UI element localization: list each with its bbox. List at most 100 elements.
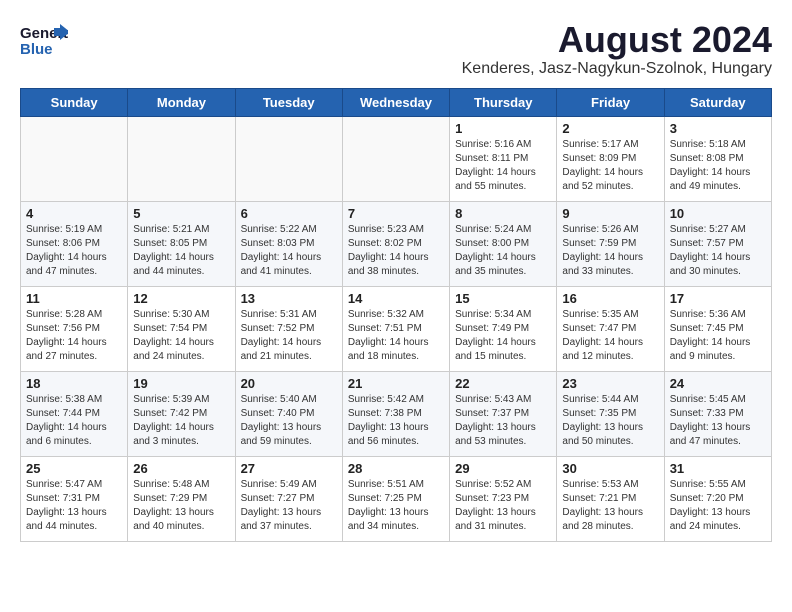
- day-detail: Sunrise: 5:34 AM Sunset: 7:49 PM Dayligh…: [455, 308, 551, 364]
- calendar-week-row: 25 Sunrise: 5:47 AM Sunset: 7:31 PM Dayli…: [21, 456, 772, 541]
- day-detail: Sunrise: 5:22 AM Sunset: 8:03 PM Dayligh…: [241, 223, 337, 279]
- calendar-cell: 14 Sunrise: 5:32 AM Sunset: 7:51 PM Dayli…: [342, 286, 449, 371]
- day-detail: Sunrise: 5:17 AM Sunset: 8:09 PM Dayligh…: [562, 138, 658, 194]
- day-number: 7: [348, 206, 444, 221]
- day-number: 10: [670, 206, 766, 221]
- day-number: 4: [26, 206, 122, 221]
- calendar-body: 1 Sunrise: 5:16 AM Sunset: 8:11 PM Daylig…: [21, 116, 772, 541]
- day-detail: Sunrise: 5:23 AM Sunset: 8:02 PM Dayligh…: [348, 223, 444, 279]
- day-number: 13: [241, 291, 337, 306]
- weekday-header: Sunday: [21, 88, 128, 116]
- day-detail: Sunrise: 5:53 AM Sunset: 7:21 PM Dayligh…: [562, 478, 658, 534]
- day-number: 23: [562, 376, 658, 391]
- calendar-cell: 31 Sunrise: 5:55 AM Sunset: 7:20 PM Dayli…: [664, 456, 771, 541]
- calendar-cell: 30 Sunrise: 5:53 AM Sunset: 7:21 PM Dayli…: [557, 456, 664, 541]
- day-detail: Sunrise: 5:43 AM Sunset: 7:37 PM Dayligh…: [455, 393, 551, 449]
- day-detail: Sunrise: 5:19 AM Sunset: 8:06 PM Dayligh…: [26, 223, 122, 279]
- calendar-cell: 29Sunrise: 5:52 AM Sunset: 7:23 PM Dayli…: [450, 456, 557, 541]
- day-number: 31: [670, 461, 766, 476]
- day-number: 24: [670, 376, 766, 391]
- calendar-week-row: 1 Sunrise: 5:16 AM Sunset: 8:11 PM Daylig…: [21, 116, 772, 201]
- logo: General Blue: [20, 20, 68, 60]
- calendar-cell: 26Sunrise: 5:48 AM Sunset: 7:29 PM Dayli…: [128, 456, 235, 541]
- calendar-cell: 22Sunrise: 5:43 AM Sunset: 7:37 PM Dayli…: [450, 371, 557, 456]
- day-detail: Sunrise: 5:49 AM Sunset: 7:27 PM Dayligh…: [241, 478, 337, 534]
- day-detail: Sunrise: 5:21 AM Sunset: 8:05 PM Dayligh…: [133, 223, 229, 279]
- calendar-cell: 8 Sunrise: 5:24 AM Sunset: 8:00 PM Daylig…: [450, 201, 557, 286]
- day-detail: Sunrise: 5:39 AM Sunset: 7:42 PM Dayligh…: [133, 393, 229, 449]
- day-number: 8: [455, 206, 551, 221]
- day-number: 27: [241, 461, 337, 476]
- day-number: 30: [562, 461, 658, 476]
- day-detail: Sunrise: 5:51 AM Sunset: 7:25 PM Dayligh…: [348, 478, 444, 534]
- day-number: 19: [133, 376, 229, 391]
- day-detail: Sunrise: 5:28 AM Sunset: 7:56 PM Dayligh…: [26, 308, 122, 364]
- day-detail: Sunrise: 5:24 AM Sunset: 8:00 PM Dayligh…: [455, 223, 551, 279]
- weekday-header: Wednesday: [342, 88, 449, 116]
- weekday-row: SundayMondayTuesdayWednesdayThursdayFrid…: [21, 88, 772, 116]
- calendar-cell: 15 Sunrise: 5:34 AM Sunset: 7:49 PM Dayli…: [450, 286, 557, 371]
- day-detail: Sunrise: 5:42 AM Sunset: 7:38 PM Dayligh…: [348, 393, 444, 449]
- calendar-cell: 21 Sunrise: 5:42 AM Sunset: 7:38 PM Dayli…: [342, 371, 449, 456]
- day-detail: Sunrise: 5:52 AM Sunset: 7:23 PM Dayligh…: [455, 478, 551, 534]
- calendar-cell: 10 Sunrise: 5:27 AM Sunset: 7:57 PM Dayli…: [664, 201, 771, 286]
- day-number: 3: [670, 121, 766, 136]
- calendar-cell: 3Sunrise: 5:18 AM Sunset: 8:08 PM Daylig…: [664, 116, 771, 201]
- day-number: 2: [562, 121, 658, 136]
- day-number: 25: [26, 461, 122, 476]
- day-detail: Sunrise: 5:45 AM Sunset: 7:33 PM Dayligh…: [670, 393, 766, 449]
- day-number: 15: [455, 291, 551, 306]
- month-year: August 2024: [462, 20, 772, 60]
- calendar-cell: 25 Sunrise: 5:47 AM Sunset: 7:31 PM Dayli…: [21, 456, 128, 541]
- calendar-cell: [342, 116, 449, 201]
- title-section: August 2024 Kenderes, Jasz-Nagykun-Szoln…: [462, 20, 772, 78]
- day-number: 14: [348, 291, 444, 306]
- calendar-cell: 6Sunrise: 5:22 AM Sunset: 8:03 PM Daylig…: [235, 201, 342, 286]
- calendar-cell: [21, 116, 128, 201]
- day-number: 5: [133, 206, 229, 221]
- weekday-header: Friday: [557, 88, 664, 116]
- weekday-header: Monday: [128, 88, 235, 116]
- day-number: 16: [562, 291, 658, 306]
- day-detail: Sunrise: 5:26 AM Sunset: 7:59 PM Dayligh…: [562, 223, 658, 279]
- calendar-cell: 9 Sunrise: 5:26 AM Sunset: 7:59 PM Daylig…: [557, 201, 664, 286]
- day-detail: Sunrise: 5:31 AM Sunset: 7:52 PM Dayligh…: [241, 308, 337, 364]
- calendar-cell: 5 Sunrise: 5:21 AM Sunset: 8:05 PM Daylig…: [128, 201, 235, 286]
- calendar-week-row: 4 Sunrise: 5:19 AM Sunset: 8:06 PM Daylig…: [21, 201, 772, 286]
- day-number: 12: [133, 291, 229, 306]
- day-detail: Sunrise: 5:27 AM Sunset: 7:57 PM Dayligh…: [670, 223, 766, 279]
- calendar-cell: 18 Sunrise: 5:38 AM Sunset: 7:44 PM Dayli…: [21, 371, 128, 456]
- day-detail: Sunrise: 5:44 AM Sunset: 7:35 PM Dayligh…: [562, 393, 658, 449]
- svg-text:Blue: Blue: [20, 41, 53, 58]
- day-detail: Sunrise: 5:40 AM Sunset: 7:40 PM Dayligh…: [241, 393, 337, 449]
- day-detail: Sunrise: 5:38 AM Sunset: 7:44 PM Dayligh…: [26, 393, 122, 449]
- calendar-cell: 1 Sunrise: 5:16 AM Sunset: 8:11 PM Daylig…: [450, 116, 557, 201]
- calendar-cell: 7 Sunrise: 5:23 AM Sunset: 8:02 PM Daylig…: [342, 201, 449, 286]
- calendar-table: SundayMondayTuesdayWednesdayThursdayFrid…: [20, 88, 772, 542]
- day-number: 9: [562, 206, 658, 221]
- calendar-cell: 16 Sunrise: 5:35 AM Sunset: 7:47 PM Dayli…: [557, 286, 664, 371]
- weekday-header: Tuesday: [235, 88, 342, 116]
- weekday-header: Saturday: [664, 88, 771, 116]
- calendar-cell: 17Sunrise: 5:36 AM Sunset: 7:45 PM Dayli…: [664, 286, 771, 371]
- day-number: 17: [670, 291, 766, 306]
- calendar-week-row: 11Sunrise: 5:28 AM Sunset: 7:56 PM Dayli…: [21, 286, 772, 371]
- day-number: 20: [241, 376, 337, 391]
- day-detail: Sunrise: 5:47 AM Sunset: 7:31 PM Dayligh…: [26, 478, 122, 534]
- header: General Blue August 2024 Kenderes, Jasz-…: [20, 20, 772, 78]
- day-detail: Sunrise: 5:55 AM Sunset: 7:20 PM Dayligh…: [670, 478, 766, 534]
- calendar-cell: 13 Sunrise: 5:31 AM Sunset: 7:52 PM Dayli…: [235, 286, 342, 371]
- day-detail: Sunrise: 5:16 AM Sunset: 8:11 PM Dayligh…: [455, 138, 551, 194]
- day-detail: Sunrise: 5:35 AM Sunset: 7:47 PM Dayligh…: [562, 308, 658, 364]
- location: Kenderes, Jasz-Nagykun-Szolnok, Hungary: [462, 60, 772, 78]
- day-number: 21: [348, 376, 444, 391]
- day-detail: Sunrise: 5:32 AM Sunset: 7:51 PM Dayligh…: [348, 308, 444, 364]
- calendar-cell: [235, 116, 342, 201]
- day-number: 18: [26, 376, 122, 391]
- logo-icon: General Blue: [20, 20, 68, 60]
- calendar-cell: [128, 116, 235, 201]
- calendar-cell: 23 Sunrise: 5:44 AM Sunset: 7:35 PM Dayli…: [557, 371, 664, 456]
- calendar-cell: 2 Sunrise: 5:17 AM Sunset: 8:09 PM Daylig…: [557, 116, 664, 201]
- calendar-cell: 27 Sunrise: 5:49 AM Sunset: 7:27 PM Dayli…: [235, 456, 342, 541]
- day-number: 1: [455, 121, 551, 136]
